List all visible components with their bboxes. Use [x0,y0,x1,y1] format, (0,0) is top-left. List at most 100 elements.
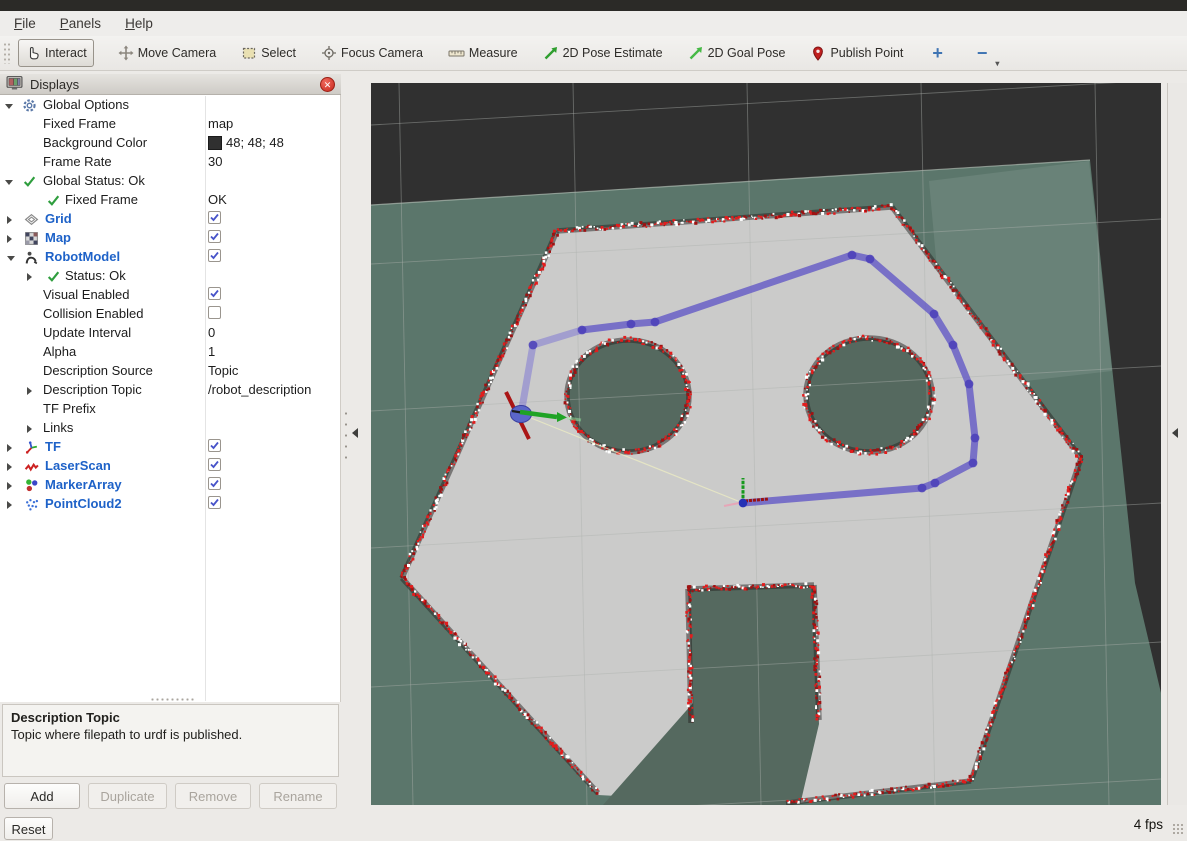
menu-help[interactable]: Help [121,14,157,33]
tree-row-update-interval[interactable]: Update Interval0 [0,324,341,343]
expand-arrow-icon[interactable] [7,501,12,509]
property-value-field[interactable]: map [208,116,233,131]
check-icon [46,269,61,284]
tree-label: TF Prefix [43,401,96,416]
expand-arrow-icon[interactable] [7,235,12,243]
tree-row-fixed-frame[interactable]: Fixed Frame map [0,115,341,134]
collapse-left-panel-icon[interactable] [352,428,358,438]
collapse-arrow-icon[interactable] [5,180,13,185]
property-value-field[interactable]: OK [208,192,227,207]
duplicate-button: Duplicate [88,783,167,809]
tool-publish-point[interactable]: Publish Point [804,40,909,66]
window-resize-grip[interactable] [1172,823,1184,835]
grid-icon [24,212,39,227]
tree-row-frame-rate[interactable]: Frame Rate30 [0,153,341,172]
add-tool-button[interactable]: + [922,43,953,64]
3d-viewport[interactable] [371,83,1161,805]
tree-row-map[interactable]: Map [0,229,341,248]
tree-label: Fixed Frame [43,116,116,131]
tree-label: Description Topic [43,382,142,397]
left-splitter-grip[interactable] [344,408,348,460]
panel-splitter-handle[interactable] [150,697,196,702]
rviz-window: File Panels Help Interact Move Camera Select… [0,0,1187,841]
enable-checkbox[interactable] [208,249,221,262]
tree-row-laserscan[interactable]: LaserScan [0,457,341,476]
tree-row-robotmodel[interactable]: RobotModel [0,248,341,267]
checked-checkbox[interactable] [208,439,221,452]
color-value-field[interactable]: 48; 48; 48 [208,135,284,150]
collapse-arrow-icon[interactable] [5,104,13,109]
checked-checkbox[interactable] [208,496,221,509]
tree-row-tf[interactable]: TF [0,438,341,457]
property-value-field[interactable]: /robot_description [208,382,311,397]
expand-arrow-icon[interactable] [7,216,12,224]
tree-row-tf-prefix[interactable]: TF Prefix [0,400,341,419]
tool-select[interactable]: Select [235,40,302,66]
tool-measure[interactable]: Measure [442,40,524,66]
add-button[interactable]: Add [4,783,80,809]
tool-2d-goal-pose[interactable]: 2D Goal Pose [682,40,792,66]
enable-checkbox[interactable] [208,306,221,319]
enable-checkbox[interactable] [208,477,221,490]
expand-arrow-icon[interactable] [27,387,32,395]
tree-row-markerarray[interactable]: MarkerArray [0,476,341,495]
ruler-icon [448,45,465,61]
expand-arrow-icon[interactable] [7,444,12,452]
property-value-field[interactable]: 0 [208,325,215,340]
tree-row-visual-enabled[interactable]: Visual Enabled [0,286,341,305]
enable-checkbox[interactable] [208,211,221,224]
tree-row-status-ok[interactable]: Status: Ok [0,267,341,286]
unchecked-checkbox[interactable] [208,306,221,319]
menu-file[interactable]: File [10,14,40,33]
tool-label: 2D Pose Estimate [563,46,663,60]
enable-checkbox[interactable] [208,439,221,452]
checked-checkbox[interactable] [208,211,221,224]
tree-row-collision-enabled[interactable]: Collision Enabled [0,305,341,324]
checked-checkbox[interactable] [208,230,221,243]
tree-row-description-source[interactable]: Description SourceTopic [0,362,341,381]
checked-checkbox[interactable] [208,249,221,262]
property-value-field[interactable]: 1 [208,344,215,359]
close-icon[interactable]: ✕ [320,77,335,92]
displays-panel-header: Displays ✕ [0,74,341,95]
checked-checkbox[interactable] [208,287,221,300]
right-panel-strip [1167,83,1187,805]
tree-row-global-options[interactable]: Global Options [0,96,341,115]
tree-row-description-topic[interactable]: Description Topic/robot_description [0,381,341,400]
enable-checkbox[interactable] [208,230,221,243]
tree-row-global-status-ok[interactable]: Global Status: Ok [0,172,341,191]
enable-checkbox[interactable] [208,496,221,509]
tree-row-pointcloud2[interactable]: PointCloud2 [0,495,341,514]
select-box-icon [241,45,257,61]
enable-checkbox[interactable] [208,287,221,300]
expand-arrow-icon[interactable] [27,273,32,281]
tree-label: Alpha [43,344,76,359]
description-text: Topic where filepath to urdf is publishe… [11,727,330,742]
checked-checkbox[interactable] [208,477,221,490]
tree-label: Background Color [43,135,147,150]
tool-interact[interactable]: Interact [18,39,94,67]
tree-row-alpha[interactable]: Alpha 1 [0,343,341,362]
tool-focus-camera[interactable]: Focus Camera [315,40,429,66]
expand-arrow-icon[interactable] [7,463,12,471]
menu-panels[interactable]: Panels [56,14,105,33]
tool-move-camera[interactable]: Move Camera [112,40,223,66]
tree-row-background-color[interactable]: Background Color 48; 48; 48 [0,134,341,153]
property-value-field[interactable]: Topic [208,363,238,378]
reset-button[interactable]: Reset [4,817,53,840]
tree-row-links[interactable]: Links [0,419,341,438]
tree-row-grid[interactable]: Grid [0,210,341,229]
toolbar-drag-handle[interactable] [3,42,10,64]
enable-checkbox[interactable] [208,458,221,471]
collapse-right-panel-icon[interactable] [1172,428,1178,438]
property-value-field[interactable]: 30 [208,154,222,169]
collapse-arrow-icon[interactable] [7,256,15,261]
tool-label: Select [261,46,296,60]
expand-arrow-icon[interactable] [27,425,32,433]
tree-label: Global Status: Ok [43,173,145,188]
tree-row-fixed-frame[interactable]: Fixed FrameOK [0,191,341,210]
remove-tool-button[interactable]: −▾ [967,43,998,64]
expand-arrow-icon[interactable] [7,482,12,490]
tool-2d-pose-estimate[interactable]: 2D Pose Estimate [537,40,669,66]
checked-checkbox[interactable] [208,458,221,471]
